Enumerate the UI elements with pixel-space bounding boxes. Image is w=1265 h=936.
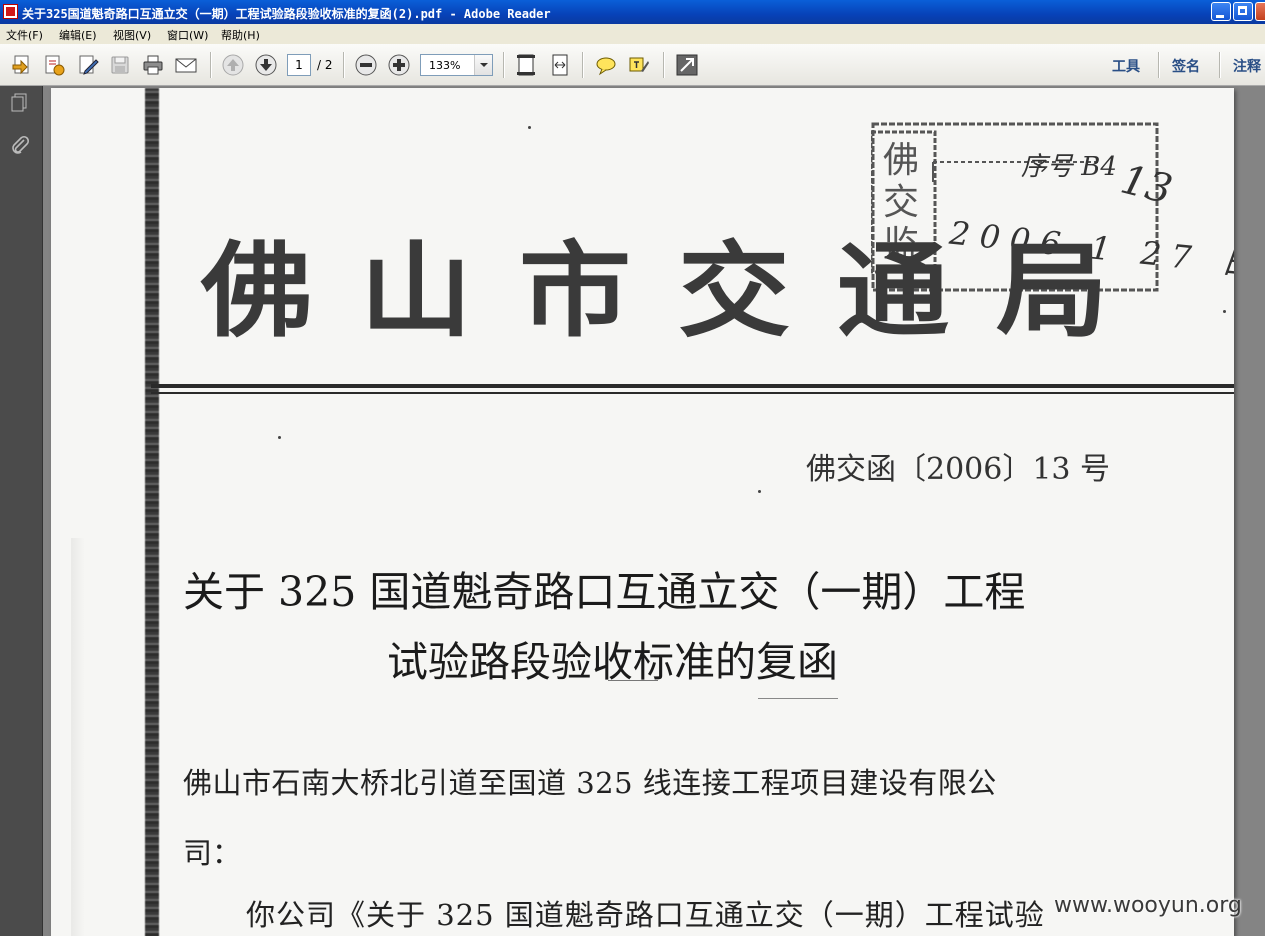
- minimize-button[interactable]: [1211, 2, 1231, 21]
- highlight-icon[interactable]: [627, 53, 651, 77]
- toolbar-separator: [582, 52, 583, 78]
- toolbar-separator: [1219, 52, 1220, 78]
- attachments-icon[interactable]: [9, 134, 31, 156]
- addressee-line-2: 司：: [183, 836, 242, 870]
- previous-page-icon[interactable]: [221, 53, 245, 77]
- zoom-select[interactable]: 133%: [420, 54, 493, 76]
- save-icon[interactable]: [108, 53, 132, 77]
- menu-bar: 文件(F) 编辑(E) 视图(V) 窗口(W) 帮助(H): [0, 24, 1265, 44]
- window-title: 关于325国道魁奇路口互通立交（一期）工程试验路段验收标准的复函(2).pdf …: [22, 7, 551, 21]
- menu-help[interactable]: 帮助(H): [221, 27, 260, 43]
- menu-window[interactable]: 窗口(W): [167, 27, 208, 43]
- scan-mark: [608, 680, 658, 681]
- agency-letterhead: 佛山市交通局: [201, 230, 1155, 352]
- binding-shadow: [145, 88, 159, 936]
- body-paragraph-start: 你公司《关于 325 国道魁奇路口互通立交（一期）工程试验: [246, 898, 1045, 932]
- watermark: www.wooyun.org: [1054, 893, 1242, 918]
- page-thumbnails-icon[interactable]: [9, 92, 31, 114]
- toolbar-separator: [210, 52, 211, 78]
- page-number-input[interactable]: [287, 54, 311, 76]
- scan-mark: [758, 698, 838, 699]
- print-icon[interactable]: [141, 53, 165, 77]
- letterhead-rule: [151, 384, 1234, 388]
- adobe-reader-icon: [3, 4, 18, 19]
- next-page-icon[interactable]: [254, 53, 278, 77]
- navigation-pane: [0, 86, 43, 936]
- document-number: 佛交函〔2006〕13 号: [806, 452, 1111, 487]
- fit-page-icon[interactable]: [514, 53, 538, 77]
- chevron-down-icon[interactable]: [474, 55, 492, 75]
- toolbar-separator: [503, 52, 504, 78]
- comment-icon[interactable]: [594, 53, 618, 77]
- scan-speck: [528, 126, 531, 129]
- maximize-button[interactable]: [1233, 2, 1253, 21]
- scan-speck: [278, 436, 281, 439]
- scan-speck: [758, 490, 761, 493]
- addressee-line-1: 佛山市石南大桥北引道至国道 325 线连接工程项目建设有限公: [183, 766, 997, 800]
- toolbar-separator: [343, 52, 344, 78]
- title-bar: 关于325国道魁奇路口互通立交（一期）工程试验路段验收标准的复函(2).pdf …: [0, 0, 1265, 24]
- tools-pane-button[interactable]: 工具: [1112, 56, 1140, 76]
- comment-pane-button[interactable]: 注释: [1233, 56, 1261, 76]
- menu-view[interactable]: 视图(V): [113, 27, 151, 43]
- create-pdf-icon[interactable]: [42, 53, 66, 77]
- menu-file[interactable]: 文件(F): [6, 27, 43, 43]
- letterhead-rule-thin: [151, 392, 1234, 394]
- sign-pane-button[interactable]: 签名: [1172, 56, 1200, 76]
- document-title-line-1: 关于 325 国道魁奇路口互通立交（一期）工程: [183, 568, 1026, 616]
- toolbar-separator: [1158, 52, 1159, 78]
- page-total: / 2: [317, 58, 333, 72]
- toolbar-separator: [663, 52, 664, 78]
- email-icon[interactable]: [174, 53, 198, 77]
- document-title-line-2: 试验路段验收标准的复函: [387, 638, 838, 686]
- zoom-out-icon[interactable]: [354, 53, 378, 77]
- menu-edit[interactable]: 编辑(E): [59, 27, 97, 43]
- toolbar: / 2 133% 工具 签名 注释: [0, 44, 1265, 86]
- zoom-value: 133%: [429, 59, 461, 72]
- fit-width-icon[interactable]: [548, 53, 572, 77]
- document-viewer[interactable]: 佛交监 序号 B4 2006 1 27 日 13 佛山市交通局 佛交函〔2006…: [43, 86, 1265, 936]
- close-button[interactable]: [1255, 2, 1265, 21]
- scan-speck: [1223, 310, 1226, 313]
- zoom-in-icon[interactable]: [387, 53, 411, 77]
- page-edge: [71, 538, 85, 936]
- stamp-serial: 序号 B4: [1021, 152, 1117, 182]
- edit-document-icon[interactable]: [76, 53, 100, 77]
- open-icon[interactable]: [10, 53, 34, 77]
- pdf-page: 佛交监 序号 B4 2006 1 27 日 13 佛山市交通局 佛交函〔2006…: [51, 88, 1234, 936]
- fullscreen-icon[interactable]: [675, 53, 699, 77]
